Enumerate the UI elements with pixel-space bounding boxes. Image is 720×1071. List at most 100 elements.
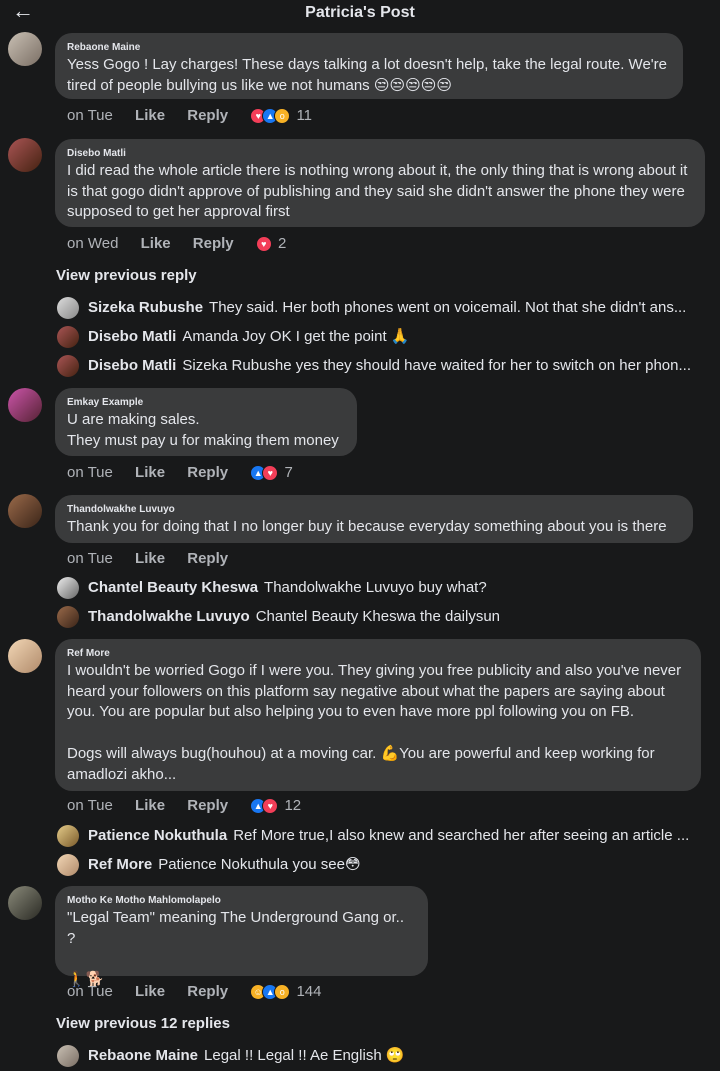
comment-author[interactable]: Disebo Matli [67, 147, 693, 161]
comment-text: U are making sales. They must pay u for … [67, 411, 339, 449]
like-button[interactable]: Like [135, 549, 165, 569]
reply-line: Patience Nokuthula Ref More true,I also k… [88, 826, 713, 846]
avatar[interactable] [8, 32, 42, 66]
avatar[interactable] [57, 1045, 79, 1067]
reply-author[interactable]: Disebo Matli [88, 328, 176, 345]
comment-time[interactable]: on Tue [67, 106, 113, 126]
reaction-count[interactable]: 7 [284, 463, 292, 483]
comment-author[interactable]: Emkay Example [67, 396, 345, 410]
avatar[interactable] [8, 494, 42, 528]
comment-time[interactable]: on Tue [67, 982, 113, 1002]
reply-author[interactable]: Rebaone Maine [88, 1047, 198, 1064]
reply-author[interactable]: Thandolwakhe Luvuyo [88, 608, 250, 625]
reply-item: Sizeka Rubushe They said. Her both phones… [57, 297, 717, 319]
reply-line: Disebo Matli Sizeka Rubushe yes they shou… [88, 356, 713, 376]
comment-time[interactable]: on Wed [67, 234, 118, 254]
reply-line: Disebo Matli Amanda Joy OK I get the poin… [88, 327, 713, 347]
comment-author[interactable]: Rebaone Maine [67, 41, 671, 55]
reply-text: Amanda Joy OK I get the point 🙏 [182, 328, 410, 345]
reply-button[interactable]: Reply [187, 106, 228, 126]
wow-reaction-icon: o [274, 108, 291, 125]
reply-item: Disebo Matli Amanda Joy OK I get the poin… [57, 326, 717, 348]
top-bar: ← Patricia's Post [0, 0, 720, 26]
reply-author[interactable]: Ref More [88, 856, 152, 873]
reply-text: Ref More true,I also knew and searched h… [233, 827, 690, 844]
reply-button[interactable]: Reply [187, 463, 228, 483]
avatar[interactable] [57, 854, 79, 876]
comment-text: I wouldn't be worried Gogo if I were you… [67, 662, 682, 783]
comment-actions: on Tue Like Reply [67, 549, 246, 569]
reply-item: Disebo Matli Sizeka Rubushe yes they shou… [57, 355, 717, 377]
reply-line: Chantel Beauty Kheswa Thandolwakhe Luvuyo… [88, 578, 713, 598]
view-previous-replies[interactable]: View previous reply [56, 266, 197, 286]
comment-text: Yess Gogo ! Lay charges! These days talk… [67, 56, 667, 94]
reply-item: Rebaone Maine Legal !! Legal !! Ae Englis… [57, 1045, 717, 1067]
like-button[interactable]: Like [141, 234, 171, 254]
reply-text: They said. Her both phones went on voice… [209, 299, 687, 316]
reaction-count[interactable]: 2 [278, 234, 286, 254]
reply-line: Rebaone Maine Legal !! Legal !! Ae Englis… [88, 1046, 713, 1066]
reaction-count[interactable]: 12 [284, 796, 301, 816]
reply-line: Ref More Patience Nokuthula you see😳 [88, 855, 713, 875]
comment-bubble: Thandolwakhe Luvuyo Thank you for doing … [55, 495, 693, 543]
comment-actions: on Tue Like Reply ♥ ▲ o 11 [67, 106, 312, 126]
avatar[interactable] [8, 138, 42, 172]
reply-author[interactable]: Chantel Beauty Kheswa [88, 579, 258, 596]
comment-time[interactable]: on Tue [67, 549, 113, 569]
reactions[interactable]: ♥ [255, 236, 272, 253]
love-reaction-icon: ♥ [262, 798, 279, 815]
reply-button[interactable]: Reply [187, 549, 228, 569]
like-button[interactable]: Like [135, 463, 165, 483]
reactions[interactable]: ▲ ♥ [250, 465, 279, 482]
reply-item: Ref More Patience Nokuthula you see😳 [57, 854, 717, 876]
reaction-count[interactable]: 144 [296, 982, 321, 1002]
reaction-count[interactable]: 11 [296, 106, 312, 126]
view-previous-replies[interactable]: View previous 12 replies [56, 1014, 230, 1034]
reply-button[interactable]: Reply [187, 796, 228, 816]
avatar[interactable] [8, 886, 42, 920]
reply-line: Thandolwakhe Luvuyo Chantel Beauty Kheswa… [88, 607, 713, 627]
comment-bubble: Ref More I wouldn't be worried Gogo if I… [55, 639, 701, 791]
reply-button[interactable]: Reply [193, 234, 234, 254]
reply-text: Legal !! Legal !! Ae English 🙄 [204, 1047, 405, 1064]
comment-author[interactable]: Motho Ke Motho Mahlomolapelo [67, 894, 416, 908]
reply-text: Sizeka Rubushe yes they should have wait… [182, 357, 691, 374]
avatar[interactable] [57, 825, 79, 847]
reactions[interactable]: ☺ ▲ o [250, 984, 291, 1001]
reply-line: Sizeka Rubushe They said. Her both phones… [88, 298, 713, 318]
reply-item: Patience Nokuthula Ref More true,I also k… [57, 825, 717, 847]
comment-time[interactable]: on Tue [67, 796, 113, 816]
reply-button[interactable]: Reply [187, 982, 228, 1002]
comment-text: "Legal Team" meaning The Underground Gan… [67, 909, 404, 989]
love-reaction-icon: ♥ [262, 465, 279, 482]
reply-author[interactable]: Sizeka Rubushe [88, 299, 203, 316]
reply-author[interactable]: Disebo Matli [88, 357, 176, 374]
avatar[interactable] [57, 355, 79, 377]
avatar[interactable] [57, 297, 79, 319]
like-button[interactable]: Like [135, 106, 165, 126]
comment-author[interactable]: Ref More [67, 647, 689, 661]
like-button[interactable]: Like [135, 982, 165, 1002]
avatar[interactable] [57, 326, 79, 348]
reply-text: Thandolwakhe Luvuyo buy what? [264, 579, 487, 596]
comment-bubble: Emkay Example U are making sales. They m… [55, 388, 357, 456]
comment-actions: on Wed Like Reply ♥ 2 [67, 234, 286, 254]
avatar[interactable] [57, 606, 79, 628]
reply-item: Thandolwakhe Luvuyo Chantel Beauty Kheswa… [57, 606, 717, 628]
reactions[interactable]: ♥ ▲ o [250, 108, 291, 125]
comment-text: Thank you for doing that I no longer buy… [67, 518, 667, 535]
wow-reaction-icon: o [274, 984, 291, 1001]
avatar[interactable] [8, 388, 42, 422]
comment-actions: on Tue Like Reply ▲ ♥ 12 [67, 796, 301, 816]
comment-bubble: Rebaone Maine Yess Gogo ! Lay charges! T… [55, 33, 683, 99]
comment-bubble: Motho Ke Motho Mahlomolapelo "Legal Team… [55, 886, 428, 988]
avatar[interactable] [8, 639, 42, 673]
reply-author[interactable]: Patience Nokuthula [88, 827, 227, 844]
comment-time[interactable]: on Tue [67, 463, 113, 483]
like-button[interactable]: Like [135, 796, 165, 816]
reactions[interactable]: ▲ ♥ [250, 798, 279, 815]
avatar[interactable] [57, 577, 79, 599]
comment-author[interactable]: Thandolwakhe Luvuyo [67, 503, 681, 517]
love-reaction-icon: ♥ [255, 236, 272, 253]
comment-actions: on Tue Like Reply ▲ ♥ 7 [67, 463, 293, 483]
